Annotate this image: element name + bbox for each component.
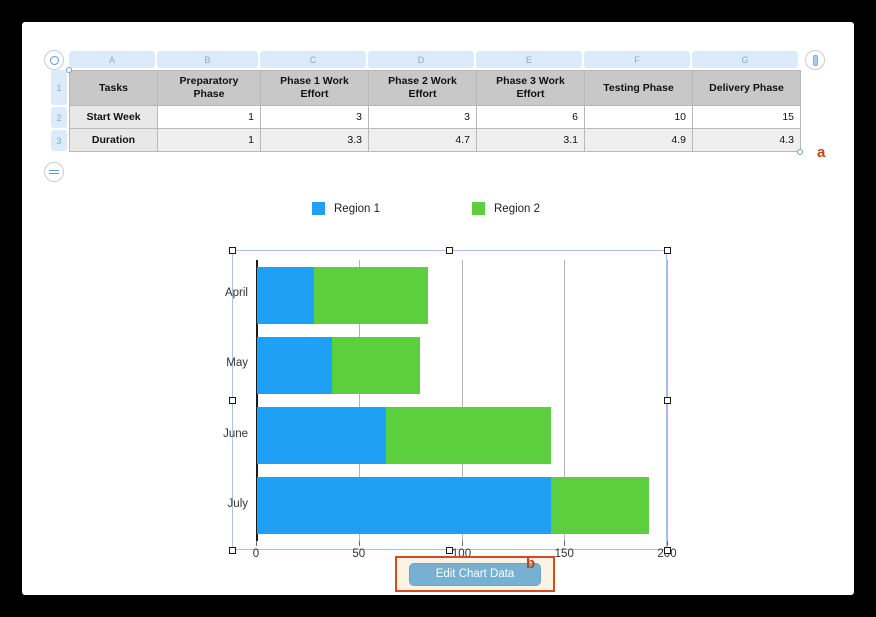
y-axis-labels: April May June July (176, 260, 248, 541)
header-cell-a[interactable]: Tasks (70, 71, 158, 106)
x-tick-150 (564, 541, 565, 546)
chart-resize-handle-1[interactable] (446, 247, 453, 254)
row-header-column[interactable]: 123 (51, 70, 67, 152)
column-add-pill (813, 55, 818, 66)
x-tick-label-0: 0 (253, 548, 259, 560)
y-tick-label-april: April (176, 287, 248, 299)
cell-g3[interactable]: 4.3 (693, 129, 801, 152)
column-header-f[interactable]: F (584, 51, 690, 68)
bar-june[interactable] (257, 407, 551, 464)
chart-object[interactable]: Region 1 Region 2 AprilMayJuneJuly 05010… (22, 172, 854, 592)
bar-segment-july-series-2[interactable] (551, 477, 650, 534)
x-tick-200 (667, 541, 668, 546)
row-label-duration[interactable]: Duration (70, 129, 158, 152)
header-cell-g[interactable]: Delivery Phase (693, 71, 801, 106)
y-tick-label-june: June (176, 428, 248, 440)
cell-d3[interactable]: 4.7 (369, 129, 477, 152)
table-resize-handle-bottomright[interactable] (797, 149, 803, 155)
chart-resize-handle-4[interactable] (664, 397, 671, 404)
y-tick-label-july: July (176, 498, 248, 510)
legend-label-region-2: Region 2 (494, 203, 540, 215)
cell-g2[interactable]: 15 (693, 106, 801, 129)
column-header-e[interactable]: E (476, 51, 582, 68)
legend-item-region-1[interactable]: Region 1 (312, 202, 472, 215)
x-tick-50 (359, 541, 360, 546)
bar-segment-may-series-2[interactable] (332, 337, 420, 394)
column-add-handle-icon[interactable] (805, 50, 825, 70)
table-header-row: Tasks Preparatory Phase Phase 1 Work Eff… (70, 71, 801, 106)
cell-f3[interactable]: 4.9 (585, 129, 693, 152)
cell-b2[interactable]: 1 (158, 106, 261, 129)
cell-c2[interactable]: 3 (261, 106, 369, 129)
bar-segment-june-series-2[interactable] (386, 407, 550, 464)
chart-resize-handle-7[interactable] (664, 547, 671, 554)
row-header-3[interactable]: 3 (51, 130, 67, 151)
chart-resize-handle-3[interactable] (229, 397, 236, 404)
x-tick-100 (462, 541, 463, 546)
cell-e2[interactable]: 6 (477, 106, 585, 129)
x-tick-label-50: 50 (352, 548, 365, 560)
legend-item-region-2[interactable]: Region 2 (472, 202, 540, 215)
bar-segment-april-series-1[interactable] (257, 267, 314, 324)
bar-april[interactable] (257, 267, 428, 324)
table-resize-handle-topleft[interactable] (66, 67, 72, 73)
table-corner-handle-icon[interactable] (44, 50, 64, 70)
chart-resize-handle-2[interactable] (664, 247, 671, 254)
header-cell-d[interactable]: Phase 2 Work Effort (369, 71, 477, 106)
header-cell-f[interactable]: Testing Phase (585, 71, 693, 106)
row-label-start-week[interactable]: Start Week (70, 106, 158, 129)
header-cell-e[interactable]: Phase 3 Work Effort (477, 71, 585, 106)
data-grid[interactable]: Tasks Preparatory Phase Phase 1 Work Eff… (69, 70, 801, 152)
row-header-1[interactable]: 1 (51, 70, 67, 105)
row-header-2[interactable]: 2 (51, 107, 67, 128)
spreadsheet-table[interactable]: ABCDEFG 123 Tasks Preparatory Phase Phas… (22, 22, 854, 167)
legend-swatch-region-2 (472, 202, 485, 215)
chart-resize-handle-0[interactable] (229, 247, 236, 254)
legend-label-region-1: Region 1 (334, 203, 380, 215)
cell-f2[interactable]: 10 (585, 106, 693, 129)
bar-july[interactable] (257, 477, 649, 534)
chart-plot-wrapper[interactable]: AprilMayJuneJuly 050100150200 (232, 250, 667, 550)
legend-swatch-region-1 (312, 202, 325, 215)
y-tick-label-may: May (176, 357, 248, 369)
edit-chart-data-button[interactable]: Edit Chart Data (409, 563, 541, 586)
chart-resize-handle-6[interactable] (446, 547, 453, 554)
column-header-b[interactable]: B (157, 51, 258, 68)
callout-label-b: b (526, 555, 535, 572)
column-header-g[interactable]: G (692, 51, 798, 68)
table-corner-handle-inner (50, 56, 59, 65)
table-row[interactable]: Duration 1 3.3 4.7 3.1 4.9 4.3 (70, 129, 801, 152)
bar-may[interactable] (257, 337, 420, 394)
chart-legend[interactable]: Region 1 Region 2 (312, 202, 572, 215)
bar-segment-june-series-1[interactable] (257, 407, 386, 464)
column-header-d[interactable]: D (368, 51, 474, 68)
cell-c3[interactable]: 3.3 (261, 129, 369, 152)
chart-bars (256, 260, 667, 541)
x-tick-0 (256, 541, 257, 546)
bar-segment-july-series-1[interactable] (257, 477, 551, 534)
bar-segment-april-series-2[interactable] (314, 267, 428, 324)
table-row[interactable]: Start Week 1 3 3 6 10 15 (70, 106, 801, 129)
header-cell-b[interactable]: Preparatory Phase (158, 71, 261, 106)
cell-b3[interactable]: 1 (158, 129, 261, 152)
column-header-c[interactable]: C (260, 51, 366, 68)
plot-canvas: AprilMayJuneJuly 050100150200 (256, 260, 667, 541)
cell-d2[interactable]: 3 (369, 106, 477, 129)
bar-segment-may-series-1[interactable] (257, 337, 332, 394)
column-header-a[interactable]: A (69, 51, 155, 68)
chart-resize-handle-5[interactable] (229, 547, 236, 554)
callout-label-a: a (817, 144, 825, 161)
document-canvas: ABCDEFG 123 Tasks Preparatory Phase Phas… (22, 22, 854, 595)
header-cell-c[interactable]: Phase 1 Work Effort (261, 71, 369, 106)
cell-e3[interactable]: 3.1 (477, 129, 585, 152)
column-header-row[interactable]: ABCDEFG (69, 51, 799, 68)
x-tick-label-150: 150 (555, 548, 574, 560)
